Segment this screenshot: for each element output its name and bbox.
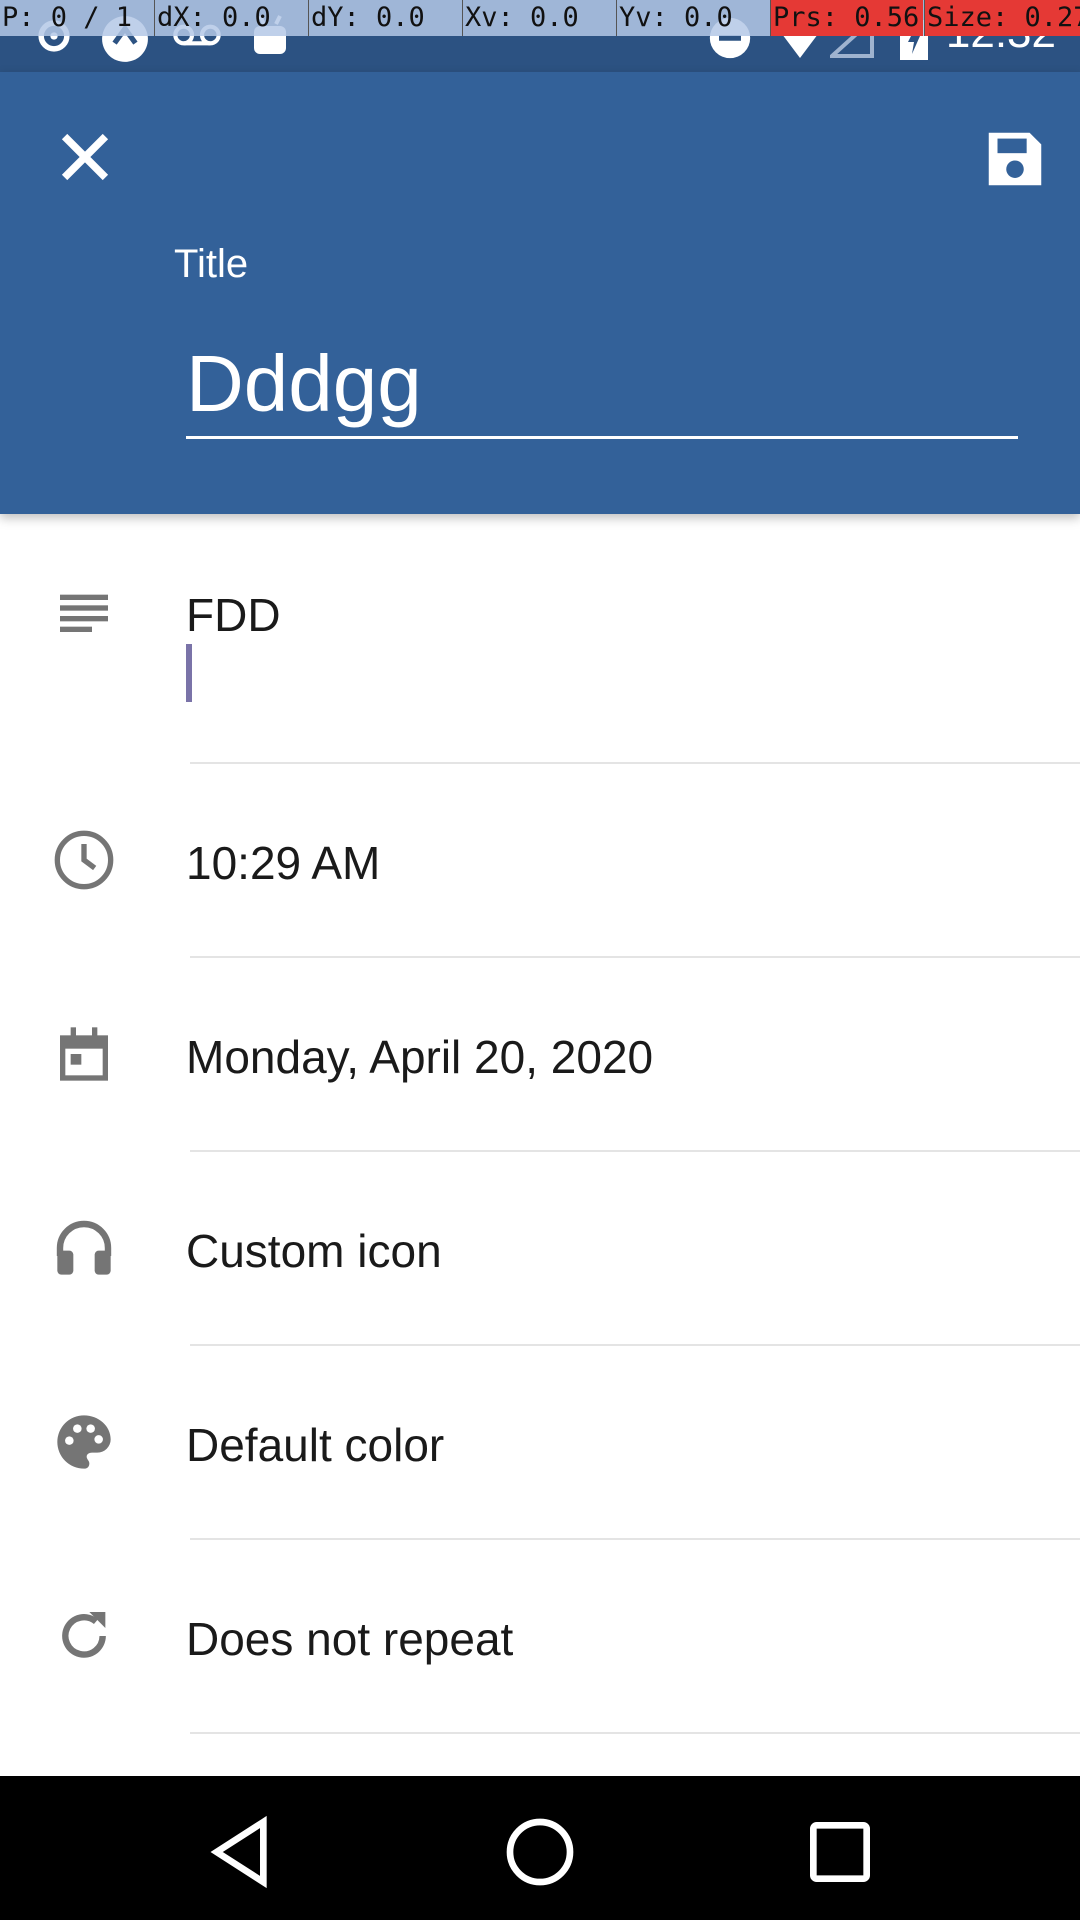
repeat-label[interactable]: Does not repeat	[186, 1612, 513, 1666]
back-icon[interactable]	[200, 1812, 280, 1892]
time-value[interactable]: 10:29 AM	[186, 836, 380, 890]
edit-header: Title	[0, 72, 1080, 514]
repeat-icon	[62, 1612, 106, 1658]
palette-icon	[57, 1415, 111, 1469]
save-icon[interactable]	[980, 124, 1050, 194]
home-icon[interactable]	[500, 1812, 580, 1892]
debug-dy: dY: 0.0	[308, 0, 461, 36]
notes-text[interactable]: FDD	[186, 588, 281, 642]
notes-icon	[60, 594, 108, 632]
clock-icon	[54, 830, 114, 890]
debug-pressure: Prs: 0.56	[770, 0, 923, 36]
notes-row[interactable]: FDD	[0, 514, 1080, 764]
recents-icon[interactable]	[800, 1812, 880, 1892]
navigation-bar	[0, 1776, 1080, 1920]
color-label[interactable]: Default color	[186, 1418, 444, 1472]
debug-dx: dX: 0.0	[154, 0, 307, 36]
custom-icon-label[interactable]: Custom icon	[186, 1224, 442, 1278]
status-bar: 12:32 P: 0 / 1 dX: 0.0 dY: 0.0 Xv: 0.0 Y…	[0, 0, 1080, 72]
pointer-debug-overlay: P: 0 / 1 dX: 0.0 dY: 0.0 Xv: 0.0 Yv: 0.0…	[0, 0, 1080, 36]
debug-size: Size: 0.27	[924, 0, 1080, 36]
calendar-icon	[60, 1027, 108, 1081]
color-row[interactable]: Default color	[0, 1346, 1080, 1540]
close-icon[interactable]	[50, 122, 120, 192]
title-input[interactable]	[186, 332, 1018, 439]
time-row[interactable]: 10:29 AM	[0, 764, 1080, 958]
headphones-icon	[56, 1220, 112, 1275]
text-cursor	[186, 644, 192, 702]
repeat-row[interactable]: Does not repeat	[0, 1540, 1080, 1734]
date-value[interactable]: Monday, April 20, 2020	[186, 1030, 653, 1084]
title-label: Title	[174, 242, 249, 286]
debug-pointer: P: 0 / 1	[2, 2, 133, 33]
debug-yv: Yv: 0.0	[616, 0, 769, 36]
date-row[interactable]: Monday, April 20, 2020	[0, 958, 1080, 1152]
debug-xv: Xv: 0.0	[462, 0, 615, 36]
custom-icon-row[interactable]: Custom icon	[0, 1152, 1080, 1346]
divider	[190, 1732, 1080, 1734]
